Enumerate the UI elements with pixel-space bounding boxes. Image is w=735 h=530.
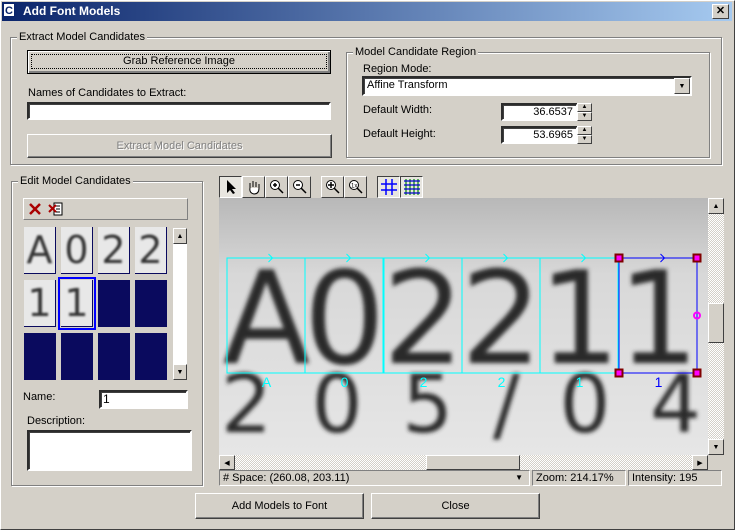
candidate-thumbnail[interactable] (61, 333, 93, 380)
thumbnail-glyph: 1 (27, 281, 52, 325)
grid-icon (380, 179, 397, 195)
thumbnail-grid: A02211 (24, 227, 170, 380)
intensity-status: Intensity: 195 (628, 470, 722, 486)
resize-handle[interactable] (614, 368, 624, 378)
names-label: Names of Candidates to Extract: (28, 87, 187, 99)
candidate-label: 2 (420, 374, 428, 390)
scroll-down-icon[interactable]: ▼ (173, 364, 187, 380)
close-window-button[interactable]: ✕ (712, 4, 729, 19)
candidate-label: 2 (498, 374, 506, 390)
group-label: Model Candidate Region (353, 46, 479, 58)
grab-reference-image-button[interactable]: Grab Reference Image (27, 50, 331, 74)
zoom-1x-icon: 1x (348, 180, 363, 194)
description-textarea[interactable] (27, 430, 192, 471)
region-mode-label: Region Mode: (363, 63, 432, 75)
scroll-thumb[interactable] (426, 455, 520, 470)
pointer-icon (226, 180, 236, 194)
thumbnail-glyph: 1 (64, 281, 89, 325)
pan-hand-icon (248, 181, 259, 195)
zoom-out-button[interactable] (288, 176, 311, 198)
candidate-thumbnail[interactable]: A (24, 227, 56, 274)
region-mode-value: Affine Transform (367, 79, 448, 91)
app-icon: C (3, 3, 15, 17)
pointer-tool-button[interactable] (219, 176, 242, 198)
group-label: Edit Model Candidates (18, 175, 133, 187)
candidate-thumbnail[interactable] (24, 333, 56, 380)
zoom-out-icon (292, 180, 307, 194)
zoom-in-icon (269, 180, 284, 194)
candidate-thumbnail[interactable]: 2 (98, 227, 130, 274)
scroll-up-icon[interactable]: ▲ (708, 198, 724, 214)
thumbnail-glyph: 2 (138, 228, 163, 272)
chevron-down-icon[interactable]: ▼ (515, 471, 523, 485)
default-height-spinner[interactable]: ▲ ▼ (577, 126, 592, 144)
region-mode-select[interactable]: Affine Transform ▼ (362, 76, 692, 96)
scroll-left-icon[interactable]: ◀ (219, 455, 235, 470)
title-bar: Add Font Models (2, 2, 732, 21)
window-title: Add Font Models (23, 4, 121, 18)
thumbnail-glyph: A (26, 228, 53, 272)
candidate-thumbnail[interactable] (98, 333, 130, 380)
names-input[interactable] (27, 102, 331, 120)
zoom-status: Zoom: 214.17% (532, 470, 626, 486)
spin-up-icon[interactable]: ▲ (577, 103, 592, 112)
group-label: Extract Model Candidates (17, 31, 147, 43)
viewer-horizontal-scrollbar[interactable]: ◀ ▶ (219, 455, 708, 470)
default-width-spinner[interactable]: ▲ ▼ (577, 103, 592, 121)
default-height-input[interactable]: 53.6965 (501, 126, 578, 144)
name-label: Name: (23, 391, 56, 403)
fine-grid-icon (403, 179, 420, 195)
thumbnail-scrollbar[interactable]: ▲ ▼ (172, 227, 188, 381)
candidate-label: 1 (576, 374, 584, 390)
candidate-thumbnail[interactable] (135, 280, 167, 327)
svg-text:1x: 1x (351, 184, 357, 190)
candidate-label: 0 (341, 374, 349, 390)
pan-tool-button[interactable] (242, 176, 265, 198)
viewer-vertical-scrollbar[interactable]: ▲ ▼ (708, 198, 724, 455)
description-label: Description: (27, 415, 86, 427)
spin-down-icon[interactable]: ▼ (577, 112, 592, 121)
grid-button[interactable] (377, 176, 400, 198)
thumbnail-glyph: 2 (101, 228, 126, 272)
scroll-up-icon[interactable]: ▲ (173, 228, 187, 244)
candidate-label: 1 (655, 374, 663, 390)
zoom-in-button[interactable] (265, 176, 288, 198)
close-button[interactable]: Close (371, 493, 540, 519)
candidate-thumbnail[interactable] (98, 280, 130, 327)
chevron-down-icon[interactable]: ▼ (674, 78, 690, 94)
add-models-to-font-button[interactable]: Add Models to Font (195, 493, 364, 519)
delete-all-icon[interactable] (48, 201, 64, 217)
default-width-input[interactable]: 36.6537 (501, 103, 578, 121)
coordinate-space-status[interactable]: # Space: (260.08, 203.11) ▼ (219, 470, 530, 486)
extract-model-candidates-button[interactable]: Extract Model Candidates (27, 134, 332, 158)
spin-up-icon[interactable]: ▲ (577, 126, 592, 135)
zoom-fit-icon (325, 180, 340, 194)
zoom-fit-button[interactable] (321, 176, 344, 198)
scroll-right-icon[interactable]: ▶ (692, 455, 708, 470)
resize-handle[interactable] (692, 368, 702, 378)
edit-toolbar (23, 198, 188, 220)
default-height-label: Default Height: (363, 128, 436, 140)
default-width-label: Default Width: (363, 104, 433, 116)
candidate-thumbnail[interactable]: 1 (24, 280, 56, 327)
thumbnail-glyph: 0 (64, 228, 89, 272)
candidate-thumbnail[interactable]: 2 (135, 227, 167, 274)
resize-handle[interactable] (692, 253, 702, 263)
name-input[interactable]: 1 (99, 390, 188, 409)
fine-grid-button[interactable] (400, 176, 423, 198)
resize-handle[interactable] (614, 253, 624, 263)
candidate-thumbnail[interactable]: 1 (58, 277, 96, 330)
image-viewer[interactable]: A02211205/04 A02211 (219, 198, 708, 455)
candidate-thumbnail[interactable]: 0 (61, 227, 93, 274)
zoom-1x-button[interactable]: 1x (344, 176, 367, 198)
spin-down-icon[interactable]: ▼ (577, 135, 592, 144)
scroll-down-icon[interactable]: ▼ (708, 439, 724, 455)
candidate-thumbnail[interactable] (135, 333, 167, 380)
scroll-thumb[interactable] (708, 303, 724, 343)
viewer-toolbar: 1x (219, 176, 423, 198)
candidate-label: A (262, 374, 272, 390)
delete-icon[interactable] (28, 202, 42, 216)
